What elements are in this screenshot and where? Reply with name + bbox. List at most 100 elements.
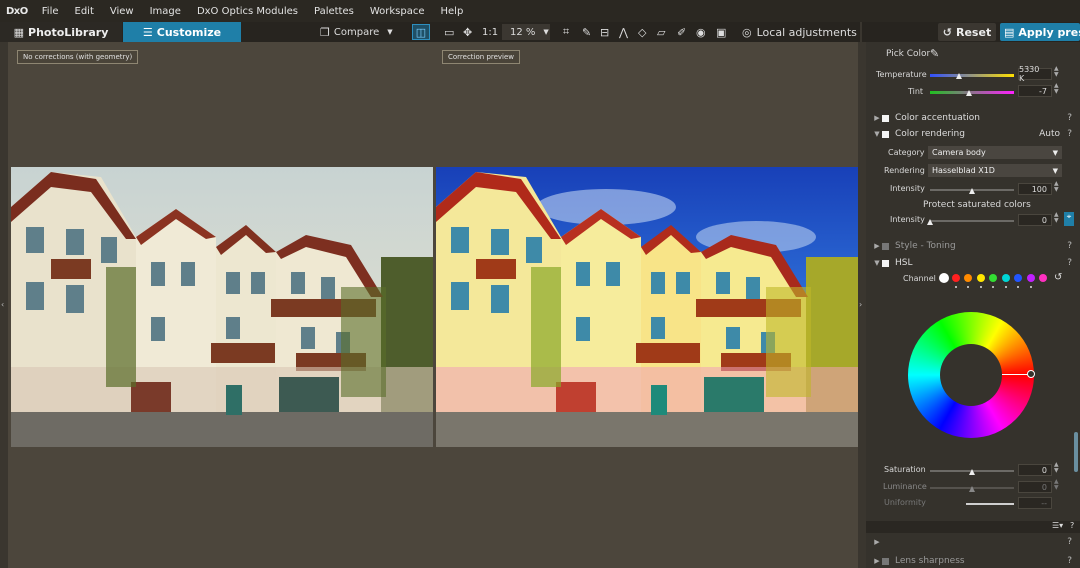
color-accentuation-checkbox[interactable] bbox=[882, 114, 889, 122]
picker-toggle-icon[interactable]: ⌖ bbox=[1064, 212, 1074, 226]
crop-tool[interactable]: ⌗ bbox=[563, 24, 569, 40]
category-label: Category bbox=[888, 148, 925, 157]
one-to-one-button[interactable]: 1:1 bbox=[482, 24, 498, 40]
color-rendering-section[interactable]: ▼ Color rendering Auto ? bbox=[866, 127, 1080, 141]
menu-workspace[interactable]: Workspace bbox=[362, 6, 433, 17]
menu-help[interactable]: Help bbox=[433, 6, 472, 17]
palette-menu-icon[interactable]: ☰▾ bbox=[1052, 521, 1063, 530]
temperature-slider-knob[interactable] bbox=[956, 73, 963, 79]
rendering-label: Rendering bbox=[884, 166, 925, 175]
right-collapse-strip[interactable]: › bbox=[858, 42, 866, 568]
menu-edit[interactable]: Edit bbox=[67, 6, 102, 17]
menu-dxo-optics-modules[interactable]: DxO Optics Modules bbox=[189, 6, 306, 17]
split-view-button[interactable]: ◫ bbox=[412, 24, 430, 40]
uniformity-value[interactable]: -- bbox=[1018, 497, 1052, 509]
protect-intensity-stepper[interactable]: ▲ ▼ bbox=[1054, 212, 1059, 224]
rendering-select[interactable]: Hasselblad X1D ▼ bbox=[928, 164, 1062, 177]
tab-photolibrary[interactable]: ▦ PhotoLibrary bbox=[0, 22, 122, 42]
horizon-icon: ⊟ bbox=[600, 25, 610, 39]
menu-image[interactable]: Image bbox=[142, 6, 189, 17]
temperature-stepper[interactable]: ▲ ▼ bbox=[1054, 66, 1059, 78]
perspective-tool-1[interactable]: ⋀ bbox=[619, 24, 628, 40]
channel-swatch[interactable] bbox=[951, 274, 960, 282]
tab-customize[interactable]: ☰ Customize bbox=[123, 22, 241, 42]
image-viewer[interactable]: No corrections (with geometry) Correctio… bbox=[8, 42, 860, 568]
menu-file[interactable]: File bbox=[34, 6, 67, 17]
intensity-value[interactable]: 100 bbox=[1018, 183, 1052, 195]
help-icon[interactable]: ? bbox=[1067, 556, 1072, 566]
mask-tool[interactable]: ▣ bbox=[716, 24, 726, 40]
reset-button[interactable]: ↺ Reset bbox=[938, 23, 996, 41]
hsl-checkbox[interactable] bbox=[882, 259, 889, 267]
picker-tool[interactable]: ✎ bbox=[582, 24, 591, 40]
luminance-stepper[interactable]: ▲ ▼ bbox=[1054, 479, 1059, 491]
hsl-section[interactable]: ▼ HSL ? bbox=[866, 256, 1080, 270]
horizon-tool[interactable]: ⊟ bbox=[600, 24, 609, 40]
saturation-stepper[interactable]: ▲ ▼ bbox=[1054, 462, 1059, 474]
channel-swatch[interactable] bbox=[939, 273, 949, 283]
repair-tool[interactable]: ✐ bbox=[677, 24, 686, 40]
channel-swatch[interactable] bbox=[964, 274, 972, 282]
channel-swatch[interactable] bbox=[1014, 274, 1022, 282]
help-icon[interactable]: ? bbox=[1067, 113, 1072, 123]
protect-intensity-value[interactable]: 0 bbox=[1018, 214, 1052, 226]
move-button[interactable]: ✥ bbox=[463, 24, 472, 40]
channel-swatch[interactable] bbox=[989, 274, 997, 282]
channel-swatch[interactable] bbox=[1001, 274, 1010, 282]
collapsed-section[interactable]: ▶ ? bbox=[866, 535, 1080, 549]
palette-header: ↺ Reset ▤ Apply preset bbox=[862, 22, 1080, 42]
help-icon[interactable]: ? bbox=[1067, 129, 1072, 139]
saturation-value[interactable]: 0 bbox=[1018, 464, 1052, 476]
perspective-tool-2[interactable]: ◇ bbox=[638, 24, 646, 40]
protect-intensity-slider[interactable] bbox=[930, 220, 1014, 222]
protect-intensity-slider-knob[interactable] bbox=[927, 219, 933, 225]
local-adjustments-label: Local adjustments bbox=[756, 25, 857, 39]
color-accentuation-section[interactable]: ▶ Color accentuation ? bbox=[866, 111, 1080, 125]
tint-stepper[interactable]: ▲ ▼ bbox=[1054, 83, 1059, 95]
tint-value[interactable]: -7 bbox=[1018, 85, 1052, 97]
hsl-label: HSL bbox=[895, 258, 913, 268]
help-icon[interactable]: ? bbox=[1067, 537, 1072, 547]
channel-swatch[interactable] bbox=[1026, 274, 1035, 282]
color-rendering-checkbox[interactable] bbox=[882, 130, 889, 138]
left-collapse-strip[interactable]: ‹ bbox=[0, 42, 8, 568]
lens-sharpness-checkbox[interactable] bbox=[882, 557, 889, 565]
apply-preset-button[interactable]: ▤ Apply preset bbox=[1000, 23, 1080, 41]
panel-scrollbar[interactable] bbox=[1074, 432, 1078, 472]
perspective-tool-3[interactable]: ▱ bbox=[657, 24, 665, 40]
tint-slider-knob[interactable] bbox=[966, 90, 973, 96]
style-toning-checkbox[interactable] bbox=[882, 242, 889, 250]
chevron-down-icon: ▼ bbox=[387, 28, 393, 36]
lens-sharpness-section[interactable]: ▶ Lens sharpness ? bbox=[866, 554, 1080, 568]
zoom-value: 12 % bbox=[510, 26, 536, 38]
menu-palettes[interactable]: Palettes bbox=[306, 6, 362, 17]
channel-swatch[interactable] bbox=[1039, 274, 1047, 282]
intensity-stepper[interactable]: ▲ ▼ bbox=[1054, 181, 1059, 193]
right-view-label: Correction preview bbox=[442, 50, 521, 64]
uniformity-slider[interactable] bbox=[966, 503, 1014, 505]
temperature-slider[interactable] bbox=[930, 74, 1014, 77]
help-icon[interactable]: ? bbox=[1067, 241, 1072, 251]
help-icon[interactable]: ? bbox=[1070, 521, 1074, 530]
color-wheel-handle[interactable] bbox=[1027, 370, 1035, 378]
split-view-icon: ◫ bbox=[415, 25, 427, 39]
fit-button[interactable]: ▭ bbox=[444, 24, 454, 40]
channel-swatch[interactable] bbox=[976, 274, 985, 282]
zoom-select[interactable]: 12 % ▼ bbox=[502, 24, 550, 40]
help-icon[interactable]: ? bbox=[1067, 258, 1072, 268]
style-toning-section[interactable]: ▶ Style - Toning ? bbox=[866, 239, 1080, 253]
eyedropper-icon[interactable]: ✎ bbox=[930, 47, 939, 60]
reset-icon[interactable]: ↺ bbox=[1054, 272, 1062, 283]
intensity-slider-knob[interactable] bbox=[969, 188, 975, 194]
saturation-slider-knob[interactable] bbox=[969, 469, 975, 475]
luminance-value[interactable]: 0 bbox=[1018, 481, 1052, 493]
temperature-label: Temperature bbox=[876, 70, 927, 79]
luminance-slider-knob[interactable] bbox=[969, 486, 975, 492]
temperature-value[interactable]: 5330 K bbox=[1018, 65, 1052, 83]
compare-button[interactable]: ❐ Compare ▼ bbox=[320, 24, 393, 40]
hsl-color-wheel[interactable] bbox=[908, 312, 1035, 438]
preview-toggle[interactable]: ◉ bbox=[696, 24, 706, 40]
local-adjustments-button[interactable]: ◎ Local adjustments bbox=[742, 24, 857, 40]
category-select[interactable]: Camera body ▼ bbox=[928, 146, 1062, 159]
menu-view[interactable]: View bbox=[102, 6, 142, 17]
